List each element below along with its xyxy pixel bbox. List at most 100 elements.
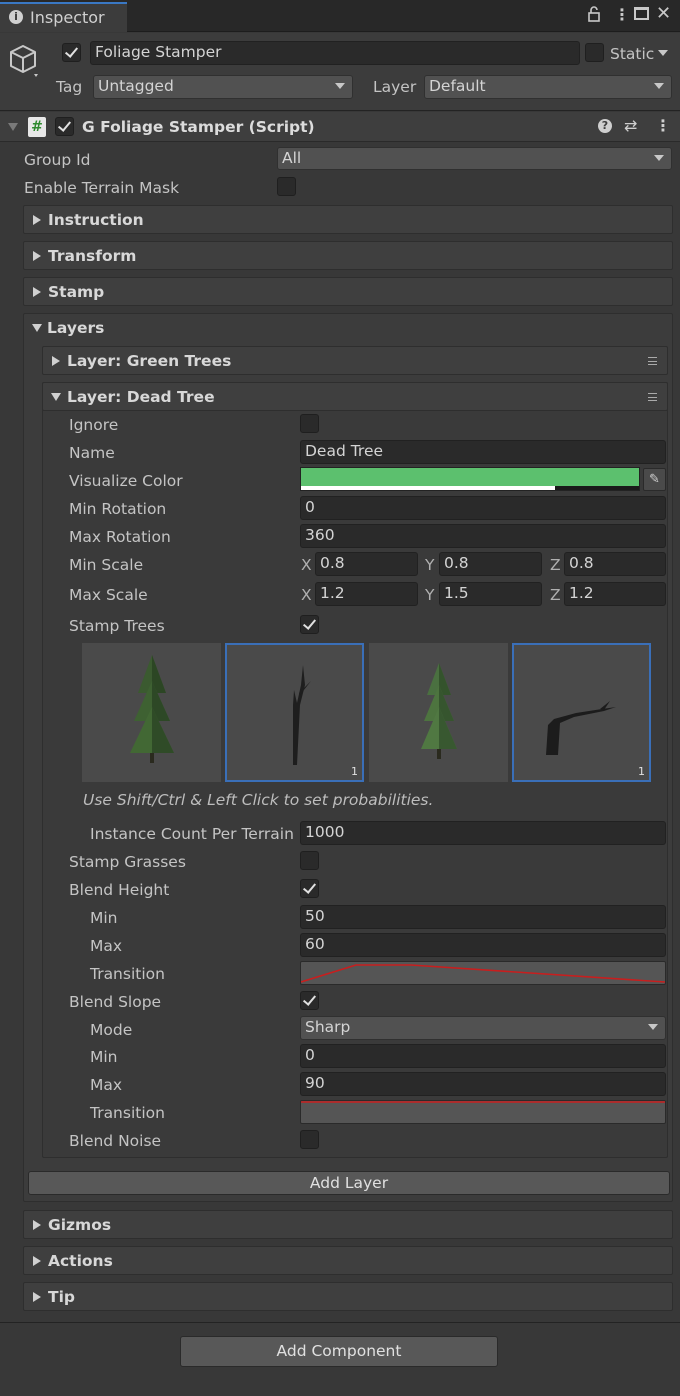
ignore-checkbox[interactable]	[300, 414, 319, 433]
component-title: G Foliage Stamper (Script)	[82, 118, 315, 136]
min-scale-y-label[interactable]: Y	[425, 555, 434, 575]
enable-mask-label: Enable Terrain Mask	[24, 179, 180, 197]
stamp-grasses-label: Stamp Grasses	[69, 853, 186, 871]
layer-menu-icon[interactable]	[648, 393, 657, 401]
tree-prototype-pine-2[interactable]	[369, 643, 508, 782]
layer-dead-tree-foldout[interactable]: Layer: Dead Tree	[42, 382, 668, 411]
max-scale-label: Max Scale	[69, 586, 148, 604]
name-field[interactable]: Dead Tree	[300, 440, 666, 464]
actions-foldout[interactable]: Actions	[23, 1246, 673, 1275]
layer-dead-tree-title: Layer: Dead Tree	[67, 388, 215, 406]
preset-icon[interactable]: ⇄	[624, 116, 637, 135]
layers-title: Layers	[47, 319, 105, 337]
instance-count-field[interactable]: 1000	[300, 821, 666, 845]
blend-slope-checkbox[interactable]	[300, 991, 319, 1010]
min-scale-z-label[interactable]: Z	[550, 555, 561, 575]
max-scale-y-field[interactable]: 1.5	[439, 582, 542, 606]
tip-foldout[interactable]: Tip	[23, 1282, 673, 1311]
max-scale-x-field[interactable]: 1.2	[315, 582, 418, 606]
max-scale-z-field[interactable]: 1.2	[564, 582, 666, 606]
group-id-dropdown[interactable]: All	[277, 147, 672, 170]
component-foldout-icon[interactable]	[8, 123, 18, 131]
layer-green-trees-foldout[interactable]: Layer: Green Trees	[42, 346, 668, 375]
blend-height-checkbox[interactable]	[300, 879, 319, 898]
blend-slope-curve-field[interactable]	[300, 1100, 666, 1124]
tree-prototype-dead-1[interactable]: 1	[225, 643, 364, 782]
blend-height-label: Blend Height	[69, 881, 170, 899]
blend-slope-max-field[interactable]: 90	[300, 1072, 666, 1096]
visualize-color-label: Visualize Color	[69, 472, 183, 490]
component-menu-icon[interactable]: ⋮	[655, 116, 671, 135]
max-scale-y-label[interactable]: Y	[425, 585, 434, 605]
stamp-trees-checkbox[interactable]	[300, 615, 319, 634]
tag-dropdown[interactable]: Untagged	[93, 75, 353, 99]
max-scale-z-label[interactable]: Z	[550, 585, 561, 605]
help-icon[interactable]: ?	[598, 119, 612, 133]
max-rotation-label: Max Rotation	[69, 528, 171, 546]
close-icon[interactable]: ✕	[656, 3, 671, 25]
layer-menu-icon[interactable]	[648, 357, 657, 365]
dead-stump-icon	[546, 701, 616, 755]
layers-foldout[interactable]: Layers	[24, 314, 672, 343]
static-dropdown-icon[interactable]	[658, 50, 668, 56]
tree-prototype-pine-1[interactable]	[82, 643, 221, 782]
tree-prototype-dead-2[interactable]: 1	[512, 643, 651, 782]
transform-foldout[interactable]: Transform	[23, 241, 673, 270]
component-enabled-checkbox[interactable]	[55, 117, 74, 136]
stamp-grasses-checkbox[interactable]	[300, 851, 319, 870]
maximize-icon[interactable]	[634, 7, 649, 20]
blend-height-max-label: Max	[90, 937, 123, 955]
enable-mask-checkbox[interactable]	[277, 177, 296, 196]
blend-noise-checkbox[interactable]	[300, 1130, 319, 1149]
kebab-menu-icon[interactable]: ⋮	[614, 6, 630, 24]
visualize-color-field[interactable]	[300, 467, 640, 491]
color-alpha-bar	[301, 486, 639, 490]
min-scale-y-field[interactable]: 0.8	[439, 552, 542, 576]
chevron-right-icon	[52, 356, 60, 366]
layer-dropdown[interactable]: Default	[424, 75, 672, 99]
stamp-trees-label: Stamp Trees	[69, 617, 165, 635]
blend-slope-mode-value: Sharp	[305, 1018, 351, 1036]
chevron-down-icon	[654, 155, 664, 161]
eyedropper-icon[interactable]: ✎	[643, 468, 666, 491]
object-name-field[interactable]: Foliage Stamper	[90, 41, 580, 65]
chevron-down-icon	[648, 1024, 658, 1030]
max-scale-x-label[interactable]: X	[301, 585, 312, 605]
add-component-button[interactable]: Add Component	[180, 1336, 498, 1367]
active-checkbox[interactable]	[62, 43, 81, 62]
min-rotation-field[interactable]: 0	[300, 496, 666, 520]
tab-title: Inspector	[30, 8, 105, 27]
blend-slope-min-field[interactable]: 0	[300, 1044, 666, 1068]
tab-inspector[interactable]: i Inspector	[0, 2, 127, 32]
info-icon: i	[9, 10, 23, 24]
tip-title: Tip	[48, 1288, 75, 1306]
static-label[interactable]: Static	[610, 44, 654, 64]
layer-green-trees-title: Layer: Green Trees	[67, 352, 232, 370]
blend-slope-mode-dropdown[interactable]: Sharp	[300, 1016, 666, 1040]
chevron-right-icon	[33, 1256, 41, 1266]
max-rotation-field[interactable]: 360	[300, 524, 666, 548]
chevron-right-icon	[33, 251, 41, 261]
gizmos-foldout[interactable]: Gizmos	[23, 1210, 673, 1239]
blend-height-min-field[interactable]: 50	[300, 905, 666, 929]
layer-value: Default	[429, 77, 486, 95]
gameobject-cube-icon[interactable]	[8, 44, 40, 82]
stamp-foldout[interactable]: Stamp	[23, 277, 673, 306]
chevron-right-icon	[33, 1220, 41, 1230]
min-scale-z-field[interactable]: 0.8	[564, 552, 666, 576]
min-scale-x-field[interactable]: 0.8	[315, 552, 418, 576]
min-rotation-label: Min Rotation	[69, 500, 167, 518]
add-layer-button[interactable]: Add Layer	[28, 1171, 670, 1195]
instruction-foldout[interactable]: Instruction	[23, 205, 673, 234]
instruction-title: Instruction	[48, 211, 144, 229]
min-scale-x-label[interactable]: X	[301, 555, 312, 575]
transition-curve	[300, 964, 666, 983]
transition-curve	[301, 1101, 665, 1103]
static-checkbox[interactable]	[585, 43, 604, 62]
blend-slope-transition-label: Transition	[90, 1104, 165, 1122]
chevron-right-icon	[33, 1292, 41, 1302]
pine-tree-icon	[421, 663, 457, 759]
blend-height-max-field[interactable]: 60	[300, 933, 666, 957]
lock-icon[interactable]	[588, 6, 600, 22]
blend-height-curve-field[interactable]	[300, 961, 666, 985]
